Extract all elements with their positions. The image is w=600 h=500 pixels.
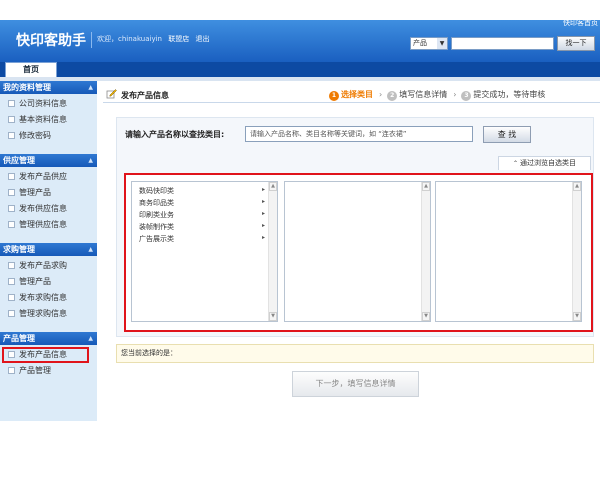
chevron-right-icon: › (453, 90, 457, 99)
scrollbar[interactable]: ▲ ▼ (421, 182, 430, 321)
list-item[interactable]: 广告展示类 ▸ (139, 234, 265, 245)
page-header: 发布产品信息 1 选择类目 › 2 填写信息详情 › 3 提交成功，等待审核 (103, 85, 600, 103)
caret-right-icon: ▸ (261, 234, 265, 241)
home-link[interactable]: 快印客首页 (563, 18, 598, 28)
search-category-select[interactable]: 产品 ▼ (410, 37, 448, 50)
keyword-input[interactable]: 请输入产品名称、类目名称等关键词，如 “连衣裙” (245, 126, 473, 142)
caret-right-icon: ▸ (261, 210, 265, 217)
collapse-icon[interactable]: ▲ (88, 332, 93, 345)
find-button[interactable]: 查 找 (483, 126, 531, 143)
category-list-level-2[interactable]: ▲ ▼ (284, 181, 431, 322)
category-label: 印刷类业务 (139, 211, 174, 219)
list-item[interactable]: 装帧制作类 ▸ (139, 222, 265, 233)
collapse-icon[interactable]: ▲ (88, 154, 93, 167)
sidebar-section-products[interactable]: 产品管理 ▲ (0, 332, 97, 345)
sidebar-section-supply[interactable]: 供应管理 ▲ (0, 154, 97, 167)
logout-link[interactable]: 退出 (195, 35, 209, 43)
sidebar-item-manage-products-2[interactable]: 管理产品 (8, 276, 51, 288)
step-number: 2 (387, 91, 398, 101)
scrollbar[interactable]: ▲ ▼ (268, 182, 277, 321)
section-title: 产品管理 (3, 334, 35, 343)
step-label: 选择类目 (341, 90, 373, 99)
sidebar-section-profile[interactable]: 我的资料管理 ▲ (0, 81, 97, 94)
welcome-user: 欢迎，chinakuaiyin (97, 35, 162, 43)
main-nav: 首页 (0, 62, 600, 77)
scroll-down-icon[interactable]: ▼ (573, 312, 581, 321)
category-label: 数码快印类 (139, 187, 174, 195)
step-number: 3 (461, 91, 472, 101)
category-list-level-3[interactable]: ▲ ▼ (435, 181, 582, 322)
next-step-button[interactable]: 下一步，填写信息详情 (292, 371, 419, 397)
app-logo: 快印客助手 (16, 33, 86, 49)
selected-category-bar: 您当前选择的是： (116, 344, 594, 363)
collapse-icon[interactable]: ▲ (88, 81, 93, 94)
caret-right-icon: ▸ (261, 198, 265, 205)
search-button[interactable]: 找一下 (557, 36, 595, 51)
sidebar-item-manage-supply-info[interactable]: 管理供应信息 (8, 219, 67, 231)
step-label: 填写信息详情 (399, 90, 448, 99)
sidebar-item-product-management[interactable]: 产品管理 (8, 365, 51, 377)
scroll-down-icon[interactable]: ▼ (422, 312, 430, 321)
scroll-up-icon[interactable]: ▲ (573, 182, 581, 191)
top-strip (0, 0, 600, 20)
sidebar-section-purchase[interactable]: 求购管理 ▲ (0, 243, 97, 256)
scroll-up-icon[interactable]: ▲ (269, 182, 277, 191)
category-panel: 请输入产品名称以查找类目: 请输入产品名称、类目名称等关键词，如 “连衣裙” 查… (116, 117, 594, 337)
tab-home[interactable]: 首页 (5, 62, 57, 77)
list-item[interactable]: 商务印品类 ▸ (139, 198, 265, 209)
scroll-up-icon[interactable]: ▲ (422, 182, 430, 191)
page-title: 发布产品信息 (121, 91, 169, 100)
category-label: 装帧制作类 (139, 223, 174, 231)
sidebar-item-publish-product-info[interactable]: 发布产品信息 (2, 347, 89, 363)
step-indicator: 1 选择类目 › 2 填写信息详情 › 3 提交成功，等待审核 (329, 89, 548, 101)
find-label: 请输入产品名称以查找类目: (125, 130, 225, 139)
category-list-level-1[interactable]: 数码快印类 ▸ 商务印品类 ▸ 印刷类业务 ▸ 装帧制作类 ▸ 广告展示类 ▸ ▲ ▼ (131, 181, 278, 322)
logo-divider (91, 32, 92, 48)
section-title: 我的资料管理 (3, 83, 51, 92)
caret-right-icon: ▸ (261, 222, 265, 229)
header: 快印客首页 快印客助手 欢迎，chinakuaiyin 联盟店 退出 产品 ▼ … (0, 18, 600, 62)
chevron-right-icon: › (379, 90, 383, 99)
main-content: 发布产品信息 1 选择类目 › 2 填写信息详情 › 3 提交成功，等待审核 请输入产品名称以… (103, 81, 600, 406)
category-selector: 数码快印类 ▸ 商务印品类 ▸ 印刷类业务 ▸ 装帧制作类 ▸ 广告展示类 ▸ ▲ ▼ ▲ ▼… (124, 173, 593, 332)
shop-link[interactable]: 联盟店 (168, 35, 189, 43)
list-item[interactable]: 数码快印类 ▸ (139, 186, 265, 197)
chevron-down-icon: ▼ (437, 38, 447, 49)
caret-right-icon: ▸ (261, 186, 265, 193)
section-title: 求购管理 (3, 245, 35, 254)
sidebar-item-basic-info[interactable]: 基本资料信息 (8, 114, 67, 126)
sidebar-item-publish-purchase-info[interactable]: 发布求购信息 (8, 292, 67, 304)
sidebar-item-publish-supply-info[interactable]: 发布供应信息 (8, 203, 67, 215)
step-1: 1 选择类目 (329, 89, 373, 101)
step-2: 2 填写信息详情 (387, 89, 447, 101)
category-label: 广告展示类 (139, 235, 174, 243)
collapse-icon[interactable]: ▲ (88, 243, 93, 256)
browse-tab-label: 通过浏览自选类目 (520, 159, 577, 167)
sidebar-item-publish-supply[interactable]: 发布产品供应 (8, 171, 67, 183)
welcome-text: 欢迎，chinakuaiyin 联盟店 退出 (97, 34, 213, 44)
search-input[interactable] (451, 37, 554, 50)
scroll-down-icon[interactable]: ▼ (269, 312, 277, 321)
sidebar-item-manage-purchase-info[interactable]: 管理求购信息 (8, 308, 67, 320)
scrollbar[interactable]: ▲ ▼ (572, 182, 581, 321)
list-item[interactable]: 印刷类业务 ▸ (139, 210, 265, 221)
sidebar-item-manage-products[interactable]: 管理产品 (8, 187, 51, 199)
category-label: 商务印品类 (139, 199, 174, 207)
search-category-value: 产品 (413, 39, 427, 47)
step-number: 1 (329, 91, 339, 101)
pen-icon (106, 89, 117, 99)
tab-browse-categories[interactable]: ⌃ 通过浏览自选类目 (498, 156, 591, 170)
step-3: 3 提交成功，等待审核 (461, 89, 545, 101)
sidebar-item-change-password[interactable]: 修改密码 (8, 130, 51, 142)
sidebar-item-company-info[interactable]: 公司资料信息 (8, 98, 67, 110)
step-label: 提交成功，等待审核 (473, 90, 546, 99)
sidebar: 我的资料管理 ▲ 公司资料信息 基本资料信息 修改密码 供应管理 ▲ 发布产品供… (0, 81, 97, 421)
sidebar-item-publish-purchase[interactable]: 发布产品求购 (8, 260, 67, 272)
chevron-up-icon: ⌃ (512, 160, 519, 167)
section-title: 供应管理 (3, 156, 35, 165)
